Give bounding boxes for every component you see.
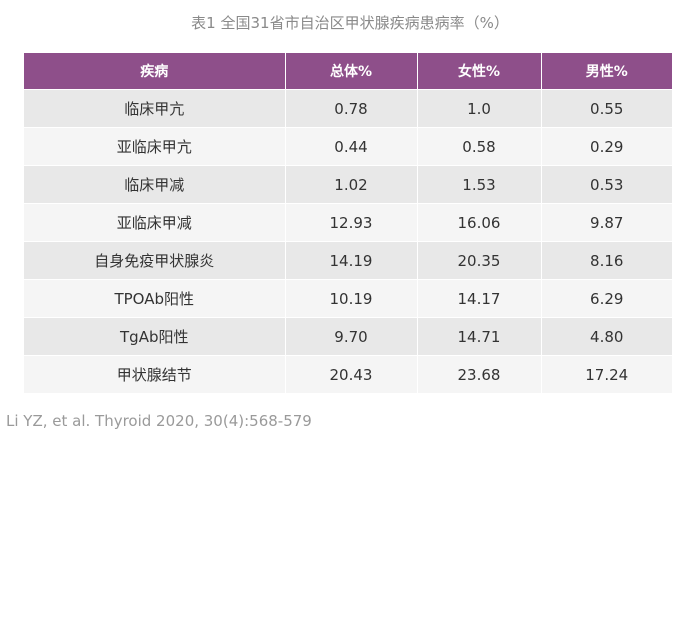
- citation-text: Li YZ, et al. Thyroid 2020, 30(4):568-57…: [6, 412, 312, 430]
- cell-disease: TgAb阳性: [24, 317, 285, 356]
- cell-overall: 12.93: [284, 203, 417, 242]
- cell-disease: 甲状腺结节: [24, 355, 285, 393]
- cell-overall: 0.44: [284, 127, 417, 166]
- cell-female: 1.0: [416, 89, 541, 128]
- header-female: 女性%: [416, 53, 541, 90]
- cell-female: 0.58: [416, 127, 541, 166]
- cell-female: 1.53: [416, 165, 541, 204]
- cell-overall: 0.78: [284, 89, 417, 128]
- cell-disease: 自身免疫甲状腺炎: [24, 241, 285, 280]
- cell-male: 0.53: [540, 165, 672, 204]
- cell-male: 4.80: [540, 317, 672, 356]
- header-disease: 疾病: [24, 53, 285, 90]
- cell-male: 8.16: [540, 241, 672, 280]
- table-row: 自身免疫甲状腺炎 14.19 20.35 8.16: [24, 241, 672, 280]
- cell-female: 20.35: [416, 241, 541, 280]
- table-row: TgAb阳性 9.70 14.71 4.80: [24, 317, 672, 356]
- table-row: 临床甲减 1.02 1.53 0.53: [24, 165, 672, 204]
- table-header-row: 疾病 总体% 女性% 男性%: [24, 53, 672, 90]
- table-row: 亚临床甲减 12.93 16.06 9.87: [24, 203, 672, 242]
- cell-overall: 14.19: [284, 241, 417, 280]
- table-row: 临床甲亢 0.78 1.0 0.55: [24, 89, 672, 128]
- table-row: 甲状腺结节 20.43 23.68 17.24: [24, 355, 672, 393]
- cell-overall: 1.02: [284, 165, 417, 204]
- cell-disease: 临床甲减: [24, 165, 285, 204]
- table-caption: 表1 全国31省市自治区甲状腺疾病患病率（%）: [191, 14, 509, 32]
- cell-overall: 20.43: [284, 355, 417, 393]
- cell-male: 0.29: [540, 127, 672, 166]
- cell-male: 6.29: [540, 279, 672, 318]
- header-male: 男性%: [540, 53, 672, 90]
- cell-overall: 10.19: [284, 279, 417, 318]
- cell-disease: TPOAb阳性: [24, 279, 285, 318]
- cell-disease: 亚临床甲亢: [24, 127, 285, 166]
- cell-male: 17.24: [540, 355, 672, 393]
- cell-female: 16.06: [416, 203, 541, 242]
- cell-disease: 亚临床甲减: [24, 203, 285, 242]
- cell-female: 14.17: [416, 279, 541, 318]
- cell-female: 23.68: [416, 355, 541, 393]
- table-row: 亚临床甲亢 0.44 0.58 0.29: [24, 127, 672, 166]
- cell-female: 14.71: [416, 317, 541, 356]
- thyroid-prevalence-table: 疾病 总体% 女性% 男性% 临床甲亢 0.78 1.0 0.55 亚临床甲亢 …: [24, 53, 672, 393]
- cell-male: 0.55: [540, 89, 672, 128]
- cell-male: 9.87: [540, 203, 672, 242]
- header-overall: 总体%: [284, 53, 417, 90]
- cell-overall: 9.70: [284, 317, 417, 356]
- cell-disease: 临床甲亢: [24, 89, 285, 128]
- table-row: TPOAb阳性 10.19 14.17 6.29: [24, 279, 672, 318]
